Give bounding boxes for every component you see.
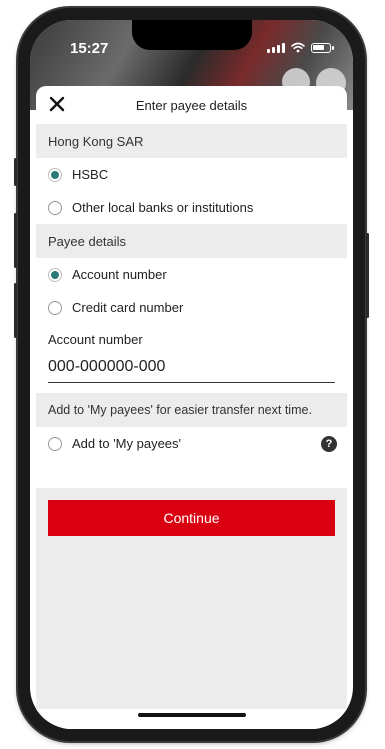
sheet-header: Enter payee details: [36, 86, 347, 124]
radio-option-credit-card[interactable]: Credit card number: [36, 291, 347, 324]
battery-icon: [311, 42, 334, 53]
page-title: Enter payee details: [135, 97, 248, 113]
signal-icon: [267, 42, 285, 53]
wifi-icon: [291, 42, 305, 53]
add-to-my-payees-row[interactable]: Add to 'My payees' ?: [36, 427, 347, 460]
bottom-bar: [36, 709, 347, 729]
continue-button[interactable]: Continue: [48, 500, 335, 536]
add-to-my-payees-label: Add to 'My payees': [72, 436, 182, 451]
radio-selected-icon[interactable]: [48, 267, 62, 282]
notch: [132, 20, 252, 50]
radio-label: HSBC: [72, 167, 109, 182]
status-icons: [267, 42, 334, 53]
account-number-input[interactable]: [48, 354, 335, 383]
continue-area: Continue: [36, 488, 347, 709]
section-header-payee-details: Payee details: [36, 224, 347, 258]
account-number-label: Account number: [48, 332, 143, 347]
status-time: 15:27: [70, 40, 109, 57]
radio-selected-icon[interactable]: [48, 167, 62, 182]
silent-switch: [14, 158, 17, 186]
radio-label: Other local banks or institutions: [72, 200, 254, 215]
my-payees-info: Add to 'My payees' for easier transfer n…: [36, 393, 347, 427]
radio-unselected-icon[interactable]: [48, 300, 62, 315]
radio-option-account-number[interactable]: Account number: [36, 258, 347, 291]
radio-option-hsbc[interactable]: HSBC: [36, 158, 347, 191]
close-icon[interactable]: [48, 95, 66, 113]
radio-label: Credit card number: [72, 300, 184, 315]
power-button: [366, 233, 369, 318]
radio-label: Account number: [72, 267, 167, 282]
radio-unselected-icon[interactable]: [48, 200, 62, 215]
home-indicator[interactable]: [138, 713, 246, 717]
section-header-region: Hong Kong SAR: [36, 124, 347, 158]
volume-down-button: [14, 283, 17, 338]
volume-up-button: [14, 213, 17, 268]
phone-frame: 15:27 Enter payee details Hong Kong SAR: [14, 8, 369, 741]
help-icon[interactable]: ?: [321, 435, 337, 452]
radio-option-other-banks[interactable]: Other local banks or institutions: [36, 191, 347, 224]
phone-screen: 15:27 Enter payee details Hong Kong SAR: [30, 20, 353, 729]
add-to-my-payees-checkbox[interactable]: [48, 436, 62, 451]
payee-details-sheet: Enter payee details Hong Kong SAR HSBC O…: [36, 86, 347, 729]
